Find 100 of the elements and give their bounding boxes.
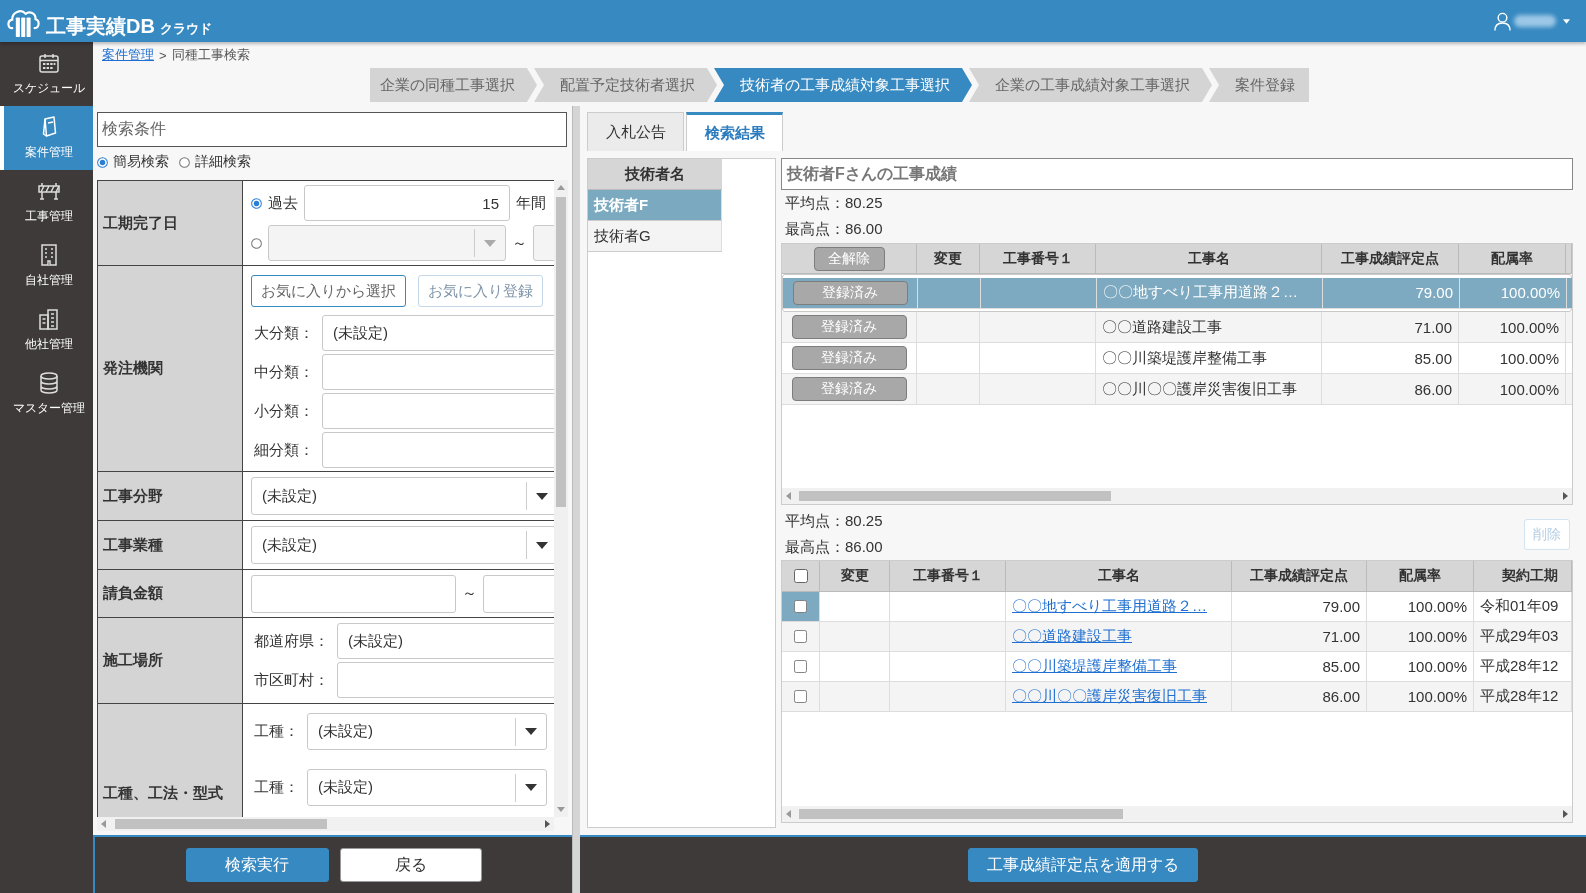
app-subtitle: クラウド xyxy=(159,19,212,38)
search-mode-option[interactable]: 詳細検索 xyxy=(179,153,251,171)
table-cell: 平成28年12 xyxy=(1474,682,1572,712)
wizard-step[interactable]: 案件登録 xyxy=(1209,68,1309,102)
user-icon[interactable] xyxy=(1494,11,1511,31)
table-cell: 86.00 xyxy=(1232,682,1367,712)
sidebar-item[interactable]: スケジュール xyxy=(0,42,93,106)
sidebar-item[interactable]: 自社管理 xyxy=(0,234,93,298)
checkbox[interactable] xyxy=(794,600,807,613)
tab[interactable]: 入札公告 xyxy=(587,112,684,151)
vertical-scrollbar[interactable] xyxy=(554,180,568,817)
column-header: 変更 xyxy=(917,244,980,274)
wizard-step[interactable]: 企業の同種工事選択 xyxy=(370,68,537,102)
sidebar-item[interactable]: 案件管理 xyxy=(0,106,93,170)
sidebar-item[interactable]: 他社管理 xyxy=(0,298,93,362)
table-row[interactable]: 〇〇地すべり工事用道路２… 79.00 100.00% 令和01年09 xyxy=(782,592,1572,622)
radio-button[interactable] xyxy=(251,237,262,249)
horizontal-scrollbar[interactable] xyxy=(782,806,1572,822)
field-label: 施工場所 xyxy=(98,618,243,703)
radio-option[interactable]: 過去 xyxy=(251,193,298,213)
field-label: 細分類： xyxy=(254,440,314,460)
date-dropdown[interactable] xyxy=(268,225,506,261)
work-name-link[interactable]: 〇〇地すべり工事用道路２… xyxy=(1012,597,1207,616)
table-row[interactable]: 〇〇川〇〇護岸災害復旧工事 86.00 100.00% 平成28年12 xyxy=(782,682,1572,712)
input-field[interactable] xyxy=(322,393,554,429)
column-header: 配属率 xyxy=(1367,561,1474,592)
unit-label: 年間 xyxy=(516,193,546,213)
field-label: 発注機関 xyxy=(98,266,243,471)
date-input[interactable] xyxy=(533,225,554,261)
column-header: 工事名 xyxy=(1006,561,1232,592)
scroll-right-icon[interactable] xyxy=(1563,492,1568,500)
table-row[interactable]: 登録済み 〇〇道路建設工事 71.00 100.00% xyxy=(782,312,1572,343)
table-cell: 100.00% xyxy=(1367,652,1474,682)
input-field[interactable] xyxy=(322,354,554,390)
horizontal-scrollbar[interactable] xyxy=(97,817,554,831)
dropdown[interactable]: (未設定) xyxy=(307,713,547,750)
dropdown[interactable]: (未設定) xyxy=(251,477,554,515)
scrollbar-thumb[interactable] xyxy=(799,491,1111,501)
input-field[interactable] xyxy=(483,574,554,613)
apply-button[interactable]: 工事成績評定点を適用する xyxy=(968,848,1198,882)
caret-down-icon xyxy=(536,492,548,500)
table-row[interactable]: 登録済み 〇〇川〇〇護岸災害復旧工事 86.00 100.00% xyxy=(782,374,1572,405)
panel-splitter[interactable] xyxy=(572,106,580,893)
input-field[interactable]: (未設定) xyxy=(337,623,554,659)
scroll-left-icon[interactable] xyxy=(786,492,791,500)
wizard-step[interactable]: 技術者の工事成績対象工事選択 xyxy=(714,68,972,102)
checkbox[interactable] xyxy=(794,630,807,643)
table-row[interactable]: 〇〇道路建設工事 71.00 100.00% 平成29年03 xyxy=(782,622,1572,652)
search-mode-option[interactable]: 簡易検索 xyxy=(97,153,169,171)
scroll-right-icon[interactable] xyxy=(1563,810,1568,818)
table-row[interactable]: 〇〇川築堤護岸整備工事 85.00 100.00% 平成28年12 xyxy=(782,652,1572,682)
table-cell: 100.00% xyxy=(1459,374,1566,405)
back-button[interactable]: 戻る xyxy=(339,848,482,882)
checkbox[interactable] xyxy=(794,660,807,673)
table-cell: 79.00 xyxy=(1232,592,1367,622)
table-cell: 85.00 xyxy=(1322,343,1459,374)
dropdown[interactable]: (未設定) xyxy=(307,769,547,806)
tab[interactable]: 検索結果 xyxy=(686,112,783,151)
engineer-list-item[interactable]: 技術者G xyxy=(588,221,722,252)
caret-down-icon[interactable] xyxy=(1563,18,1570,24)
score-summary: 平均点：80.25 xyxy=(784,510,883,531)
wizard-step[interactable]: 配置予定技術者選択 xyxy=(534,68,717,102)
wizard-step[interactable]: 企業の工事成績対象工事選択 xyxy=(969,68,1212,102)
table-row[interactable]: 登録済み 〇〇川築堤護岸整備工事 85.00 100.00% xyxy=(782,343,1572,374)
search-button[interactable]: 検索実行 xyxy=(185,848,329,882)
input-field[interactable] xyxy=(337,662,554,698)
field-label: 大分類： xyxy=(254,323,314,343)
table-cell: 100.00% xyxy=(1367,592,1474,622)
range-separator: ～ xyxy=(512,233,527,253)
dropdown[interactable]: (未設定) xyxy=(251,526,554,564)
scrollbar-thumb[interactable] xyxy=(115,819,327,829)
field-label: 工事分野 xyxy=(98,472,243,520)
favorites-button[interactable]: お気に入りから選択 xyxy=(251,275,406,307)
scroll-up-icon[interactable] xyxy=(557,185,565,190)
table-cell: 79.00 xyxy=(1323,277,1460,309)
input-field[interactable] xyxy=(322,432,554,468)
checkbox[interactable] xyxy=(794,690,807,703)
breadcrumb-current: 同種工事検索 xyxy=(171,46,250,64)
column-header: 契約工期 xyxy=(1474,561,1572,592)
field-label: 工期完了日 xyxy=(98,181,243,265)
sidebar-item[interactable]: マスター管理 xyxy=(0,362,93,426)
column-header: 変更 xyxy=(820,561,890,592)
scrollbar-thumb[interactable] xyxy=(799,809,1123,819)
caret-down-icon xyxy=(484,239,496,247)
column-header: 工事番号１ xyxy=(890,561,1006,592)
breadcrumb-separator: > xyxy=(159,47,167,63)
work-name-link[interactable]: 〇〇川築堤護岸整備工事 xyxy=(1012,657,1177,676)
sidebar-item[interactable]: 工事管理 xyxy=(0,170,93,234)
checkbox[interactable] xyxy=(793,569,808,583)
input-field[interactable]: (未設定) xyxy=(322,315,554,351)
breadcrumb-link[interactable]: 案件管理 xyxy=(102,46,154,64)
horizontal-scrollbar[interactable] xyxy=(782,488,1572,504)
input-field[interactable] xyxy=(251,574,456,613)
scroll-right-icon[interactable] xyxy=(545,820,550,828)
scroll-left-icon[interactable] xyxy=(101,820,106,828)
score-summary: 平均点：80.25 xyxy=(784,192,884,213)
years-input[interactable]: 15 xyxy=(304,185,510,221)
scroll-down-icon[interactable] xyxy=(557,807,565,812)
scroll-left-icon[interactable] xyxy=(786,810,791,818)
scrollbar-thumb[interactable] xyxy=(556,197,566,507)
